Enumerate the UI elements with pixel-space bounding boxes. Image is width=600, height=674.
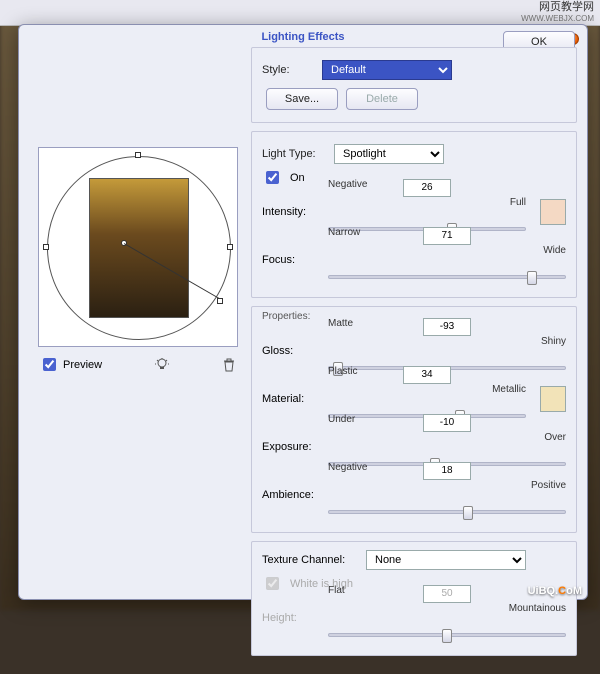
delete-button: Delete xyxy=(346,88,418,110)
light-color-swatch[interactable] xyxy=(540,199,566,225)
gloss-label: Gloss: xyxy=(262,345,320,357)
focus-slider[interactable] xyxy=(328,275,566,279)
lightbulb-icon[interactable] xyxy=(154,357,170,373)
preview-canvas[interactable] xyxy=(38,147,238,347)
light-type-group: Light Type: Spotlight On Intensity: Nega… xyxy=(251,131,577,298)
trash-icon[interactable] xyxy=(221,357,237,373)
ambience-label: Ambience: xyxy=(262,489,320,501)
gloss-value[interactable]: -93 xyxy=(423,318,471,336)
focus-label: Focus: xyxy=(262,254,320,266)
light-ellipse[interactable] xyxy=(47,156,231,340)
light-handle[interactable] xyxy=(135,152,141,158)
site-url: WWW.WEBJX.COM xyxy=(521,13,594,24)
exposure-value[interactable]: -10 xyxy=(423,414,471,432)
properties-title: Properties: xyxy=(262,311,566,322)
preview-checkbox-label[interactable]: Preview xyxy=(39,355,102,374)
save-button[interactable]: Save... xyxy=(266,88,338,110)
style-select[interactable]: Default xyxy=(322,60,452,80)
material-label: Material: xyxy=(262,393,320,405)
focus-value[interactable]: 71 xyxy=(423,227,471,245)
light-handle[interactable] xyxy=(43,244,49,250)
properties-group: Properties: Gloss: Matte -93 Shiny Mater… xyxy=(251,306,577,533)
white-is-high-label: White is high xyxy=(262,574,566,593)
ambience-value[interactable]: 18 xyxy=(423,462,471,480)
height-label: Height: xyxy=(262,612,320,624)
watermark: UiBQ.CoM xyxy=(528,577,582,600)
app-toolbar: 网页教学网 WWW.WEBJX.COM xyxy=(0,0,600,26)
texture-channel-select[interactable]: None xyxy=(366,550,526,570)
light-handle[interactable] xyxy=(227,244,233,250)
dialog-title: Lighting Effects xyxy=(19,25,587,47)
texture-channel-label: Texture Channel: xyxy=(262,554,358,566)
light-type-label: Light Type: xyxy=(262,148,326,160)
material-value[interactable]: 34 xyxy=(403,366,451,384)
intensity-value[interactable]: 26 xyxy=(403,179,451,197)
style-group: Style: Default Save... Delete xyxy=(251,47,577,123)
intensity-label: Intensity: xyxy=(262,206,320,218)
ambience-slider[interactable] xyxy=(328,510,566,514)
style-label: Style: xyxy=(262,64,314,76)
light-type-select[interactable]: Spotlight xyxy=(334,144,444,164)
height-slider xyxy=(328,633,566,637)
light-handle[interactable] xyxy=(217,298,223,304)
exposure-label: Exposure: xyxy=(262,441,320,453)
lighting-effects-dialog: Lighting Effects OK Cancel Preview xyxy=(18,24,588,600)
height-value: 50 xyxy=(423,585,471,603)
site-name: 网页教学网 xyxy=(521,2,594,13)
white-is-high-checkbox xyxy=(266,577,279,590)
ambient-color-swatch[interactable] xyxy=(540,386,566,412)
on-checkbox[interactable] xyxy=(266,171,279,184)
preview-checkbox[interactable] xyxy=(43,358,56,371)
